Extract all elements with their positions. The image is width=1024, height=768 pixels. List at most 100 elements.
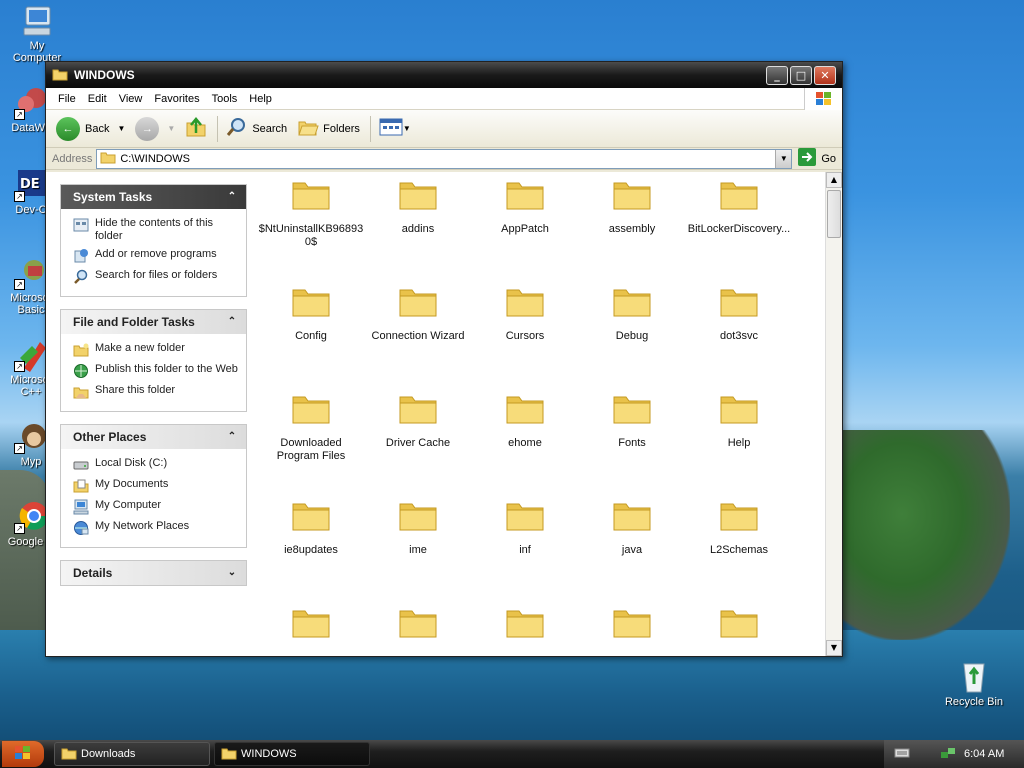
window-title: WINDOWS [74,68,135,82]
taskbar-item-windows[interactable]: WINDOWS [214,742,370,766]
collapse-chevron-icon[interactable]: ⌃ [224,314,240,330]
hide-contents-icon [73,217,89,233]
address-input[interactable]: C:\WINDOWS ▼ [96,148,793,169]
folder-item[interactable]: ehome [472,391,578,450]
folder-item[interactable]: assembly [579,177,685,236]
details-header[interactable]: Details ⌄ [61,561,246,585]
task-add-remove-programs[interactable]: Add or remove programs [73,248,238,264]
folder-item[interactable]: L2Schemas [686,498,792,557]
place-my-computer[interactable]: My Computer [73,499,238,515]
folder-label: Config [295,330,327,342]
menu-file[interactable]: File [52,91,82,107]
folder-icon [221,746,237,763]
windows-logo-icon [804,88,842,110]
folder-item[interactable] [686,605,792,651]
task-search-files[interactable]: Search for files or folders [73,269,238,285]
folder-item[interactable] [579,605,685,651]
place-my-network-places[interactable]: My Network Places [73,520,238,536]
taskbar-item-downloads[interactable]: Downloads [54,742,210,766]
title-bar[interactable]: WINDOWS _ □ ✕ [46,62,842,88]
maximize-button[interactable]: □ [790,65,812,85]
expand-chevron-icon[interactable]: ⌄ [224,565,240,581]
search-button[interactable]: Search [222,114,291,143]
forward-dropdown-icon[interactable]: ▼ [167,124,175,133]
desktop-icon-label: Recycle Bin [944,696,1004,708]
vertical-scrollbar[interactable]: ▲ ▼ [825,172,842,656]
collapse-chevron-icon[interactable]: ⌃ [224,429,240,445]
folder-item[interactable]: addins [365,177,471,236]
folder-label: Debug [615,330,649,342]
folder-icon [291,605,331,639]
menu-favorites[interactable]: Favorites [148,91,205,107]
folder-item[interactable] [365,605,471,651]
place-local-disk[interactable]: Local Disk (C:) [73,457,238,473]
back-button[interactable]: ← Back ▼ [52,115,129,143]
desktop-icon-recycle-bin[interactable]: Recycle Bin [943,660,1005,708]
task-make-new-folder[interactable]: Make a new folder [73,342,238,358]
folder-item[interactable] [258,605,364,651]
start-button[interactable] [2,741,44,767]
close-button[interactable]: ✕ [814,65,836,85]
folder-item[interactable] [472,605,578,651]
go-button[interactable]: Go [798,148,836,169]
minimize-button[interactable]: _ [766,65,788,85]
folder-item[interactable]: Driver Cache [365,391,471,450]
folder-item[interactable]: Config [258,284,364,343]
task-share-folder[interactable]: Share this folder [73,384,238,400]
details-panel: Details ⌄ [60,560,247,586]
collapse-chevron-icon[interactable]: ⌃ [224,189,240,205]
folder-label: Fonts [618,437,646,449]
views-dropdown-icon: ▼ [402,124,411,133]
network-icon[interactable] [940,746,956,763]
folder-item[interactable]: inf [472,498,578,557]
folder-item[interactable]: java [579,498,685,557]
up-folder-button[interactable] [181,114,211,143]
folder-item[interactable]: Debug [579,284,685,343]
folder-item[interactable]: dot3svc [686,284,792,343]
menu-view[interactable]: View [113,91,149,107]
back-arrow-icon: ← [56,116,80,141]
folder-item[interactable]: ie8updates [258,498,364,557]
folder-item[interactable]: $NtUninstallKB96893 0$ [258,177,364,249]
back-dropdown-icon[interactable]: ▼ [117,124,125,133]
back-label: Back [85,122,110,135]
panel-title: File and Folder Tasks [73,315,195,329]
clock[interactable]: 6:04 AM [964,748,1004,760]
menu-help[interactable]: Help [243,91,278,107]
folder-item[interactable]: AppPatch [472,177,578,236]
system-tray: 6:04 AM [884,740,1024,768]
menu-edit[interactable]: Edit [82,91,113,107]
task-hide-contents[interactable]: Hide the contents of this folder [73,217,238,243]
folder-label: BitLockerDiscovery... [687,223,791,235]
scroll-down-button[interactable]: ▼ [826,640,842,656]
scroll-thumb[interactable] [827,190,841,238]
folder-item[interactable]: Help [686,391,792,450]
computer-icon [73,499,89,515]
folder-item[interactable]: Connection Wizard [365,284,471,343]
views-button[interactable]: ▼ [375,115,415,142]
other-places-header[interactable]: Other Places ⌃ [61,425,246,449]
system-tasks-header[interactable]: System Tasks ⌃ [61,185,246,209]
wallpaper-island [830,430,1010,640]
menu-tools[interactable]: Tools [206,91,244,107]
folder-label: Cursors [505,330,545,342]
forward-button[interactable]: → ▼ [131,115,179,143]
file-folder-tasks-header[interactable]: File and Folder Tasks ⌃ [61,310,246,334]
folders-button[interactable]: Folders [293,114,364,143]
other-places-panel: Other Places ⌃ Local Disk (C:) My Docume… [60,424,247,548]
folder-item[interactable]: BitLockerDiscovery... [686,177,792,236]
address-dropdown-icon[interactable]: ▼ [775,149,792,168]
folder-item[interactable]: Fonts [579,391,685,450]
keyboard-icon[interactable] [894,747,910,762]
desktop-icon-my-computer[interactable]: My Computer [6,4,68,64]
folder-item[interactable]: ime [365,498,471,557]
scroll-up-button[interactable]: ▲ [826,172,842,188]
computer-icon [20,4,54,38]
task-publish-web[interactable]: Publish this folder to the Web [73,363,238,379]
folder-icon [291,498,331,532]
folder-label: ehome [508,437,542,449]
task-label: Search for files or folders [95,269,218,281]
place-my-documents[interactable]: My Documents [73,478,238,494]
folder-item[interactable]: Downloaded Program Files [258,391,364,463]
folder-item[interactable]: Cursors [472,284,578,343]
